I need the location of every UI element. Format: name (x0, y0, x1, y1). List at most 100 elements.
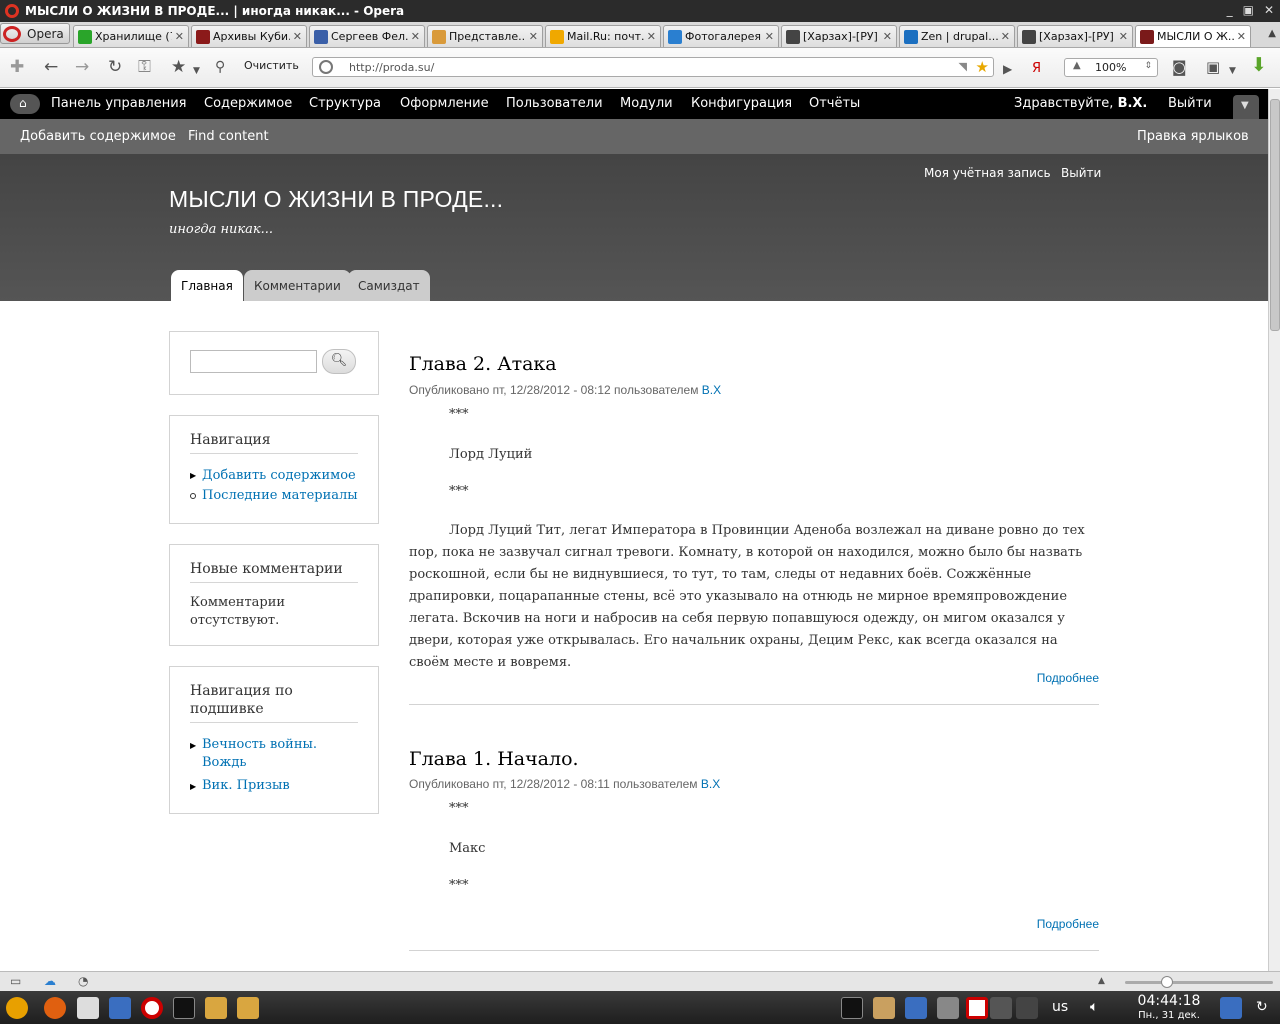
read-more-link[interactable]: Подробнее (1037, 671, 1099, 685)
trash-tray-icon[interactable] (937, 997, 959, 1019)
edit-shortcuts-link[interactable]: Правка ярлыков (1137, 129, 1249, 144)
node-title[interactable]: Глава 2. Атака (409, 353, 557, 375)
browser-tab[interactable]: Представле... ✕ (427, 25, 543, 47)
book-link-eternity[interactable]: Вечность войны. Вождь (202, 736, 317, 772)
close-icon[interactable]: ✕ (1264, 3, 1274, 17)
rss-icon[interactable]: ◥ (959, 60, 967, 73)
panel-toggle-icon[interactable]: ▭ (10, 974, 21, 988)
home-folder-tray-icon[interactable] (873, 997, 895, 1019)
admin-menu-dashboard[interactable]: Панель управления (51, 96, 187, 111)
tab-home[interactable]: Главная (171, 270, 243, 301)
zoom-slider[interactable] (1125, 981, 1273, 984)
unite-cloud-icon[interactable]: ☁ (44, 974, 56, 988)
firefox-icon[interactable] (44, 997, 66, 1019)
opera-tray-icon[interactable] (966, 997, 988, 1019)
yandex-icon[interactable]: Я (1032, 59, 1041, 79)
desktop-tray-icon[interactable] (905, 997, 927, 1019)
toolbar-logout-link[interactable]: Выйти (1168, 96, 1212, 111)
author-link[interactable]: В.Х (702, 383, 721, 397)
clear-button[interactable]: Очистить (244, 59, 299, 72)
browser-tab-active[interactable]: МЫСЛИ О Ж... ✕ (1135, 25, 1251, 47)
admin-menu-structure[interactable]: Структура (309, 96, 381, 111)
logout-icon[interactable]: ↻ (1256, 999, 1268, 1015)
terminal-tray-icon[interactable] (841, 997, 863, 1019)
turbo-icon[interactable]: ◙ (1172, 57, 1187, 77)
opera-menu-button[interactable]: Opera (0, 23, 70, 44)
tab-close-icon[interactable]: ✕ (1119, 30, 1128, 43)
node-title[interactable]: Глава 1. Начало. (409, 748, 579, 770)
shortcut-add-content[interactable]: Добавить содержимое (20, 129, 176, 144)
text-editor-icon[interactable] (77, 997, 99, 1019)
url-field[interactable]: http://proda.su/ (349, 61, 434, 74)
tab-close-icon[interactable]: ✕ (883, 30, 892, 43)
folder-icon[interactable] (205, 997, 227, 1019)
search-input[interactable] (190, 350, 317, 373)
keyboard-layout[interactable]: us (1052, 999, 1068, 1015)
clock[interactable]: 04:44:18 Пн., 31 дек. 2012 (1124, 994, 1214, 1024)
browser-tab[interactable]: Сергеев Фел... ✕ (309, 25, 425, 47)
volume-icon[interactable]: 🔈︎ (1090, 999, 1098, 1015)
address-bar[interactable]: http://proda.su/ ◥ ★ (312, 57, 994, 77)
zoom-stepper-icon[interactable]: ⇕ (1144, 61, 1152, 71)
zoom-slider-handle[interactable] (1161, 976, 1173, 988)
bookmark-star-icon[interactable]: ★ (976, 58, 989, 76)
tab-close-icon[interactable]: ✕ (293, 30, 302, 43)
browser-tab[interactable]: Хранилище (7)✕ (73, 25, 189, 47)
terminal-icon[interactable] (173, 997, 195, 1019)
shortcut-find-content[interactable]: Find content (188, 129, 269, 144)
browser-tab[interactable]: Фотогалерея...✕ (663, 25, 779, 47)
admin-menu-appearance[interactable]: Оформление (400, 96, 489, 111)
chevron-down-icon[interactable]: ▼ (1229, 61, 1236, 81)
tab-close-icon[interactable]: ✕ (1001, 30, 1010, 43)
admin-menu-people[interactable]: Пользователи (506, 96, 603, 111)
browser-tab[interactable]: Mail.Ru: почт... ✕ (545, 25, 661, 47)
forward-icon[interactable]: → (75, 57, 89, 77)
admin-menu-reports[interactable]: Отчёты (809, 96, 860, 111)
chevron-down-icon[interactable]: ▼ (193, 61, 200, 81)
image-icon[interactable]: ▣ (1206, 57, 1220, 77)
document-icon[interactable] (109, 997, 131, 1019)
book-link-vik[interactable]: Вик. Призыв (202, 777, 290, 795)
search-icon[interactable]: ⚲ (215, 57, 225, 77)
admin-menu-modules[interactable]: Модули (620, 96, 673, 111)
browser-tab[interactable]: [Харзах]-[РУ] ...✕ (781, 25, 897, 47)
admin-menu-content[interactable]: Содержимое (204, 96, 292, 111)
page-scrollbar[interactable] (1268, 89, 1280, 971)
start-menu-icon[interactable] (6, 997, 28, 1019)
new-tab-icon[interactable]: ✚ (10, 57, 24, 77)
site-name[interactable]: МЫСЛИ О ЖИЗНИ В ПРОДЕ... (169, 186, 503, 213)
home-button[interactable]: ⌂ (10, 94, 40, 114)
turbo-status-icon[interactable]: ◔ (78, 974, 88, 988)
tab-samizdat[interactable]: Самиздат (348, 270, 430, 301)
scrollbar-thumb[interactable] (1270, 99, 1280, 331)
search-button[interactable]: 🔍︎ (322, 349, 356, 374)
tab-close-icon[interactable]: ✕ (411, 30, 420, 43)
folder-icon[interactable] (237, 997, 259, 1019)
nav-link-add-content[interactable]: Добавить содержимое (202, 467, 356, 485)
username-link[interactable]: В.Х. (1118, 96, 1148, 111)
go-icon[interactable]: ▶ (1003, 59, 1012, 79)
reload-icon[interactable]: ↻ (108, 57, 122, 77)
back-icon[interactable]: ← (44, 57, 58, 77)
tab-list-icon[interactable]: ▲ (1268, 28, 1276, 39)
zoom-control[interactable]: ▲ 100% ⇕ (1064, 58, 1158, 77)
header-logout-link[interactable]: Выйти (1061, 166, 1101, 180)
my-account-link[interactable]: Моя учётная запись (924, 166, 1051, 180)
book-link-line[interactable]: Вечность войны. (202, 737, 317, 752)
tab-comments[interactable]: Комментарии (244, 270, 351, 301)
browser-tab[interactable]: [Харзах]-[РУ] ...✕ (1017, 25, 1133, 47)
read-more-link[interactable]: Подробнее (1037, 917, 1099, 931)
book-link-line[interactable]: Вождь (202, 755, 246, 770)
browser-tab[interactable]: Zen | drupal.... ✕ (899, 25, 1015, 47)
opera-taskbar-icon[interactable] (141, 997, 163, 1019)
bookmark-star-icon[interactable]: ★ (171, 57, 186, 77)
tab-close-icon[interactable]: ✕ (175, 30, 184, 43)
drawer-toggle[interactable]: ▼ (1233, 95, 1259, 119)
maximize-icon[interactable]: ▣ (1243, 3, 1254, 17)
show-desktop-icon[interactable] (1220, 997, 1242, 1019)
tab-close-icon[interactable]: ✕ (765, 30, 774, 43)
key-icon[interactable]: ⚿ (138, 57, 151, 77)
author-link[interactable]: В.Х (701, 777, 720, 791)
admin-menu-configuration[interactable]: Конфигурация (691, 96, 792, 111)
nav-link-recent[interactable]: Последние материалы (202, 487, 358, 505)
